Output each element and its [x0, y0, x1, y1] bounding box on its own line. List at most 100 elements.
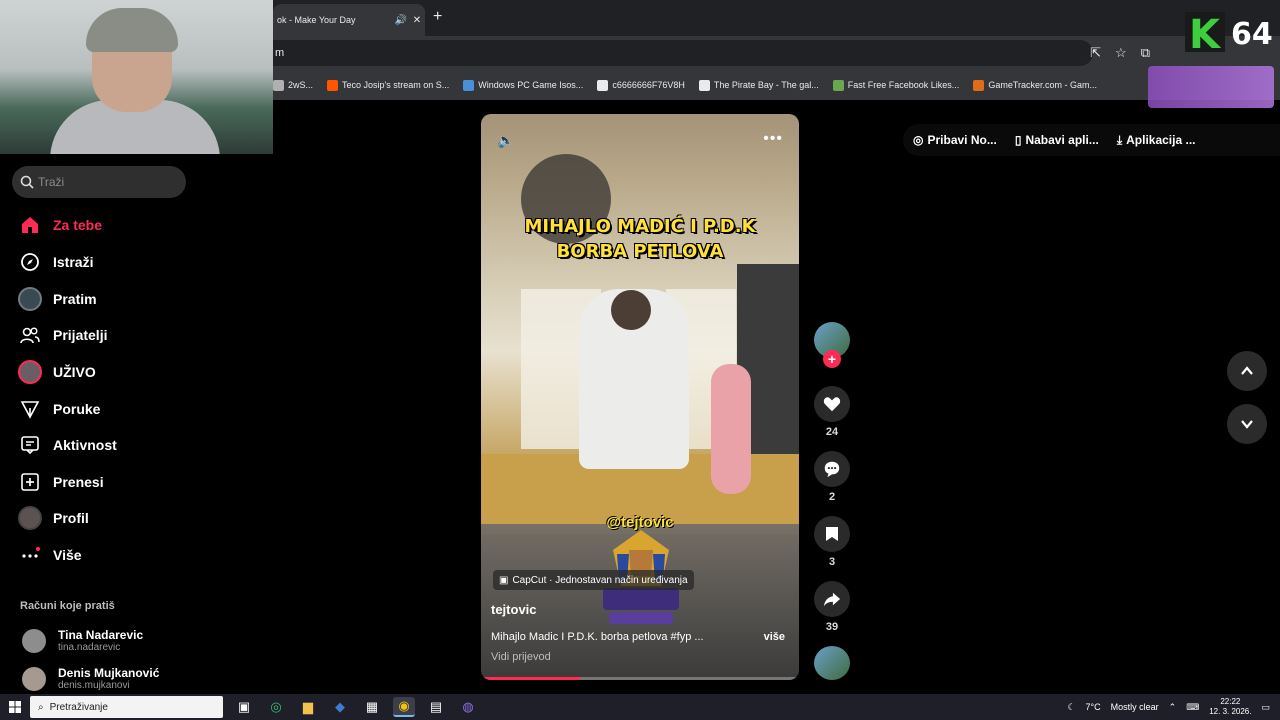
nav-item-messages[interactable]: Poruke	[18, 397, 100, 421]
windows-start-button[interactable]	[0, 694, 30, 720]
bookmark-item[interactable]: The Pirate Bay - The gal...	[698, 79, 819, 91]
keyboard-icon[interactable]: ⌨	[1186, 702, 1199, 713]
bookmark-item[interactable]: Windows PC Game Isos...	[463, 79, 583, 91]
nav-item-activity[interactable]: Aktivnost	[18, 433, 117, 457]
install-app-icon[interactable]: ⇱	[1090, 45, 1101, 61]
weather-temp[interactable]: 7°C	[1086, 702, 1101, 712]
heart-icon[interactable]	[814, 386, 850, 422]
omnibox[interactable]: m	[273, 40, 1093, 66]
nav-item-profile[interactable]: Profil	[18, 506, 89, 530]
desktop-app-button[interactable]: ⤓ Aplikacija ...	[1117, 133, 1196, 148]
weather-icon[interactable]: ☾	[1067, 702, 1075, 713]
url-text: m	[275, 47, 285, 59]
video-author[interactable]: tejtovic	[491, 602, 537, 617]
nav-label: Prenesi	[53, 474, 104, 490]
new-tab-button[interactable]: +	[433, 8, 442, 26]
top-actions-bar: ◎ Pribavi No... ▯ Nabavi apli... ⤓ Aplik…	[903, 124, 1280, 156]
bookmark-item[interactable]: GameTracker.com - Gam...	[973, 79, 1097, 91]
bookmark-label: The Pirate Bay - The gal...	[713, 80, 819, 90]
follow-button[interactable]: +	[823, 350, 841, 368]
extensions-icon[interactable]: ⧉	[1141, 45, 1150, 61]
bookmark-icon[interactable]	[814, 516, 850, 552]
nav-label: Aktivnost	[53, 437, 117, 453]
video-player[interactable]: 🔈 ••• MIHAJLO MADIĆ I P.D.K BORBA PETLOV…	[481, 114, 799, 680]
weather-desc[interactable]: Mostly clear	[1111, 702, 1159, 712]
get-app-button[interactable]: ▯ Nabavi apli...	[1015, 133, 1099, 147]
speaker-icon[interactable]: 🔊	[393, 15, 409, 26]
bookmark-item[interactable]: Teco Josip's stream on S...	[327, 79, 449, 91]
account-item[interactable]: Denis Mujkanović denis.mujkanovi	[22, 666, 159, 691]
home-icon	[18, 213, 42, 237]
nav-label: UŽIVO	[53, 364, 96, 380]
following-accounts-title: Računi koje pratiš	[20, 600, 115, 612]
taskbar-apps: ▣ ◎ ▆ ◆ ▦ ◉ ▤ ◍	[233, 697, 479, 717]
bookmark-item[interactable]: Fast Free Facebook Likes...	[832, 79, 959, 91]
overlay-title-line: MIHAJLO MADIĆ I P.D.K	[524, 216, 756, 237]
taskbar-clock[interactable]: 22:22 12. 3. 2026.	[1209, 697, 1251, 717]
video-progress-bar[interactable]	[481, 677, 799, 680]
taskbar-search[interactable]: ⌕ Pretraživanje	[30, 696, 223, 718]
notifications-icon[interactable]: ▭	[1261, 702, 1270, 713]
browser-tab[interactable]: ok - Make Your Day 🔊 ✕	[273, 4, 425, 36]
address-bar-row: m ⇱ ☆ ⧉	[273, 36, 1280, 70]
bookmark-item[interactable]: c6666666F76V8H	[597, 79, 685, 91]
task-view-icon[interactable]: ▣	[233, 697, 255, 717]
capcut-label: CapCut · Jednostavan način uređivanja	[512, 574, 688, 586]
share-icon[interactable]	[814, 581, 850, 617]
see-more-link[interactable]: više	[764, 631, 785, 643]
share-action[interactable]: 39	[814, 581, 850, 633]
like-action[interactable]: 24	[814, 386, 850, 438]
nav-item-more[interactable]: Više	[18, 543, 82, 567]
taskbar-search-placeholder: Pretraživanje	[49, 701, 108, 713]
nav-item-upload[interactable]: Prenesi	[18, 470, 104, 494]
following-avatar-icon	[18, 287, 42, 311]
account-username: tina.nadarevic	[58, 642, 121, 653]
translate-link[interactable]: Vidi prijevod	[491, 651, 551, 663]
comment-action[interactable]: 2	[814, 451, 850, 503]
nav-label: Istraži	[53, 254, 94, 270]
bookmark-favicon-icon	[698, 79, 710, 91]
bookmark-label: c6666666F76V8H	[612, 80, 685, 90]
profile-avatar-icon	[18, 506, 42, 530]
chevron-up-icon	[1241, 366, 1253, 375]
capcut-badge[interactable]: ▣ CapCut · Jednostavan način uređivanja	[493, 570, 694, 590]
store-icon[interactable]: ▦	[361, 697, 383, 717]
compass-icon	[18, 250, 42, 274]
music-disc-icon[interactable]	[814, 646, 850, 680]
save-action[interactable]: 3	[814, 516, 850, 568]
search-input[interactable]: Traži	[12, 166, 186, 198]
app-icon[interactable]: ◍	[457, 697, 479, 717]
nav-label: Poruke	[53, 401, 101, 417]
bookmark-item[interactable]: 2wS...	[273, 79, 313, 91]
nav-label: Profil	[53, 510, 89, 526]
app-icon[interactable]: ◎	[265, 697, 287, 717]
windows-logo-icon	[9, 701, 21, 713]
comment-icon[interactable]	[814, 451, 850, 487]
account-item[interactable]: Tina Nadarevic tina.nadarevic	[22, 628, 143, 653]
nav-item-friends[interactable]: Prijatelji	[18, 323, 107, 347]
nav-label: Za tebe	[53, 217, 103, 233]
file-explorer-icon[interactable]: ▆	[297, 697, 319, 717]
avatar	[22, 628, 46, 653]
download-icon: ⤓	[1116, 132, 1123, 147]
next-video-button[interactable]	[1227, 404, 1267, 444]
chevron-up-icon[interactable]: ⌃	[1169, 702, 1177, 713]
mute-icon[interactable]: 🔈	[497, 132, 514, 149]
friends-icon	[18, 323, 42, 347]
bookmark-favicon-icon	[832, 79, 844, 91]
nav-item-live[interactable]: UŽIVO	[18, 360, 96, 384]
nav-label: Više	[53, 547, 82, 563]
previous-video-button[interactable]	[1227, 351, 1267, 391]
bookmark-star-icon[interactable]: ☆	[1115, 45, 1127, 61]
app-icon[interactable]: ▤	[425, 697, 447, 717]
chrome-icon[interactable]: ◉	[393, 697, 415, 717]
nav-item-following[interactable]: Pratim	[18, 287, 97, 311]
more-options-icon[interactable]: •••	[763, 130, 783, 148]
app-icon[interactable]: ◆	[329, 697, 351, 717]
close-tab-icon[interactable]: ✕	[409, 15, 425, 26]
nav-item-explore[interactable]: Istraži	[18, 250, 93, 274]
activity-icon	[18, 433, 42, 457]
nav-item-for-you[interactable]: Za tebe	[18, 213, 102, 237]
screen: ok - Make Your Day 🔊 ✕ + m ⇱ ☆ ⧉ 2wS... T…	[0, 0, 1280, 720]
get-coins-button[interactable]: ◎ Pribavi No...	[913, 133, 997, 147]
